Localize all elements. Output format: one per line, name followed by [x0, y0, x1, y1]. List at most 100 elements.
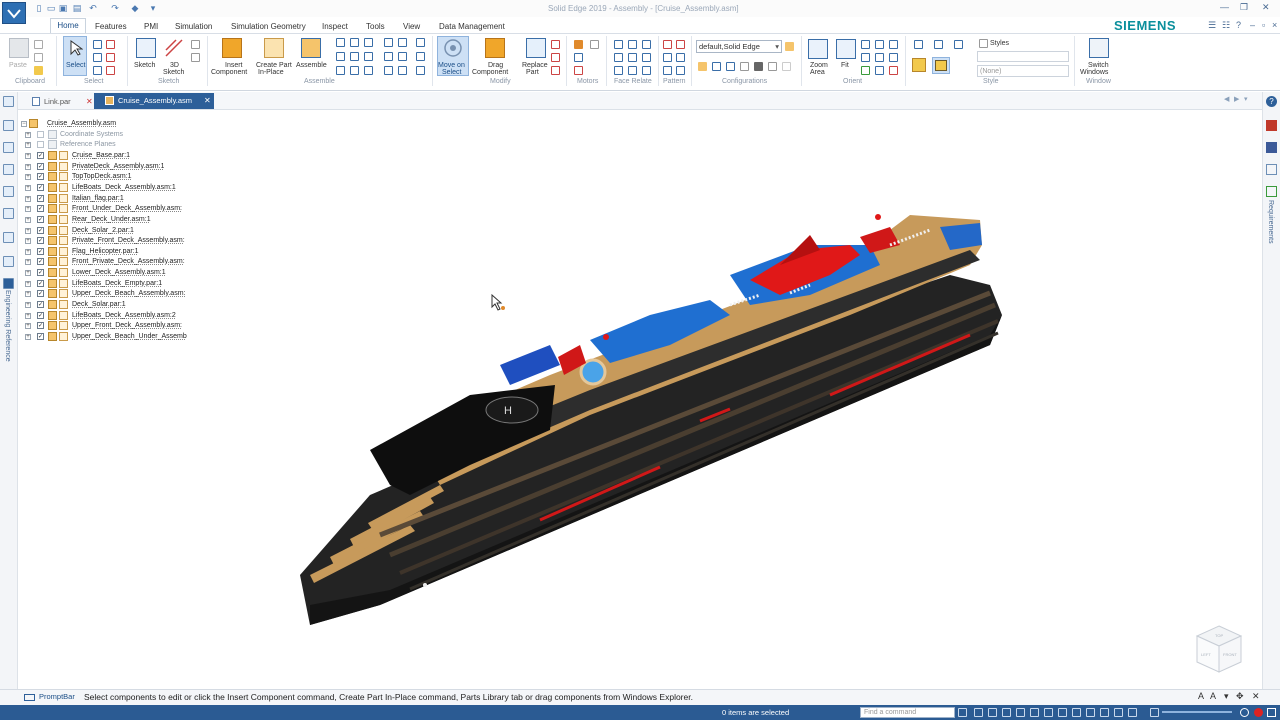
tab-view[interactable]: View	[403, 20, 420, 33]
zoom-area-status-icon[interactable]	[974, 708, 983, 717]
pattern-icon[interactable]	[676, 53, 685, 62]
expand-icon[interactable]: −	[21, 121, 27, 127]
zoom-minus-icon[interactable]	[1150, 708, 1159, 717]
expand-icon[interactable]: +	[25, 163, 31, 170]
visibility-checkbox[interactable]: ✓	[37, 183, 44, 191]
create-part-label-b[interactable]: In-Place	[258, 69, 284, 77]
tree-row[interactable]: + ✓ Deck_Solar_2.par:1	[20, 225, 192, 236]
insert-component-icon[interactable]	[222, 38, 242, 58]
promptbar-label[interactable]: PromptBar	[39, 692, 75, 701]
minimize-icon[interactable]: —	[1220, 2, 1229, 12]
expand-icon[interactable]: +	[25, 291, 31, 298]
config-tool-icon[interactable]	[726, 62, 735, 71]
new-file-icon[interactable]: ▯	[34, 3, 44, 13]
tab-home[interactable]: Home	[50, 18, 86, 33]
visibility-checkbox[interactable]: ✓	[37, 226, 44, 234]
zoom-status-icon[interactable]	[988, 708, 997, 717]
zoom-plus-icon[interactable]	[1240, 708, 1249, 717]
doc-minimize-icon[interactable]: –	[1250, 20, 1255, 30]
relate-icon[interactable]	[364, 38, 373, 47]
config-tool-icon[interactable]	[782, 62, 791, 71]
config-tool-icon[interactable]	[754, 62, 763, 71]
config-icon[interactable]	[785, 42, 794, 51]
stop-icon[interactable]	[1254, 708, 1263, 717]
info-icon[interactable]: ?	[1266, 96, 1277, 107]
style-dropdown[interactable]: (None)	[977, 65, 1069, 77]
doc-tab-cruise-assembly[interactable]: Cruise_Assembly.asm ✕	[94, 93, 214, 109]
orient-tool-icon[interactable]	[889, 53, 898, 62]
expand-icon[interactable]: +	[25, 312, 31, 319]
orient-tool-icon[interactable]	[875, 66, 884, 75]
tree-row[interactable]: + ✓ LifeBoats_Deck_Assembly.asm:1	[20, 182, 192, 193]
tab-simulation[interactable]: Simulation	[175, 20, 212, 33]
scroll-left-icon[interactable]: ◀	[1224, 95, 1229, 103]
expand-icon[interactable]: +	[25, 206, 31, 213]
relate-icon[interactable]	[336, 66, 345, 75]
tree-row[interactable]: + Reference Planes	[20, 140, 192, 150]
sketch-icon[interactable]	[136, 38, 156, 58]
tree-row[interactable]: + ✓ Lower_Deck_Assembly.asm:1	[20, 268, 192, 278]
doc-restore-icon[interactable]: ▫	[1262, 20, 1265, 30]
relate-icon[interactable]	[384, 66, 393, 75]
fullscreen-icon[interactable]	[1267, 708, 1276, 717]
face-relate-icon[interactable]	[628, 40, 637, 49]
zoom-slider[interactable]	[1162, 711, 1232, 713]
modify-tool-icon[interactable]	[551, 53, 560, 62]
expand-icon[interactable]: +	[25, 131, 31, 138]
search-icon[interactable]	[958, 708, 967, 717]
relate-icon[interactable]	[384, 38, 393, 47]
restore-icon[interactable]: ❐	[1240, 2, 1248, 13]
fit-icon[interactable]	[836, 39, 856, 59]
expand-icon[interactable]: +	[25, 238, 31, 245]
zoom-icon[interactable]	[861, 40, 870, 49]
relate-icon[interactable]	[364, 52, 373, 61]
views-status-icon[interactable]	[1044, 708, 1053, 717]
rotate-icon[interactable]	[889, 40, 898, 49]
relate-icon[interactable]	[336, 52, 345, 61]
view-cube[interactable]: TOP LEFT FRONT	[1194, 624, 1244, 676]
create-part-in-place-icon[interactable]	[264, 38, 284, 58]
config-tool-icon[interactable]	[768, 62, 777, 71]
expand-icon[interactable]: +	[25, 334, 31, 340]
tree-row[interactable]: + Coordinate Systems	[20, 129, 192, 140]
view-style-icon[interactable]	[934, 40, 943, 49]
visibility-checkbox[interactable]: ✓	[37, 269, 44, 277]
face-relate-icon[interactable]	[642, 40, 651, 49]
3d-sketch-label-b[interactable]: Sketch	[163, 69, 184, 77]
select-button[interactable]: Select	[66, 62, 85, 70]
expand-icon[interactable]: +	[25, 248, 31, 255]
pan-status-icon[interactable]	[1016, 708, 1025, 717]
fit-button[interactable]: Fit	[841, 62, 849, 70]
scroll-right-icon[interactable]: ▶	[1234, 95, 1239, 103]
visibility-checkbox[interactable]	[37, 141, 44, 149]
tab-data-management[interactable]: Data Management	[439, 20, 505, 33]
tree-row[interactable]: + ✓ Italian_flag.par:1	[20, 193, 192, 204]
groups-icon[interactable]	[3, 256, 14, 267]
expand-icon[interactable]: +	[25, 174, 31, 181]
paste-button[interactable]: Paste	[9, 62, 27, 70]
pathfinder-tree[interactable]: − Cruise_Assembly.asm + Coordinate Systems +…	[20, 117, 192, 347]
close-icon[interactable]: ✕	[204, 93, 211, 109]
promptbar-close-icon[interactable]: ✕	[1252, 691, 1260, 702]
orient-tool-icon[interactable]	[889, 66, 898, 75]
relate-icon[interactable]	[364, 66, 373, 75]
tree-row[interactable]: + ✓ TopTopDeck.asm:1	[20, 172, 192, 182]
close-icon[interactable]: ✕	[86, 94, 93, 109]
tree-row[interactable]: + ✓ Deck_Solar.par:1	[20, 300, 192, 310]
save-icon[interactable]: ▣	[58, 3, 68, 13]
visibility-checkbox[interactable]: ✓	[37, 194, 44, 202]
sketch-tool-icon[interactable]	[191, 53, 200, 62]
paste-icon[interactable]	[9, 38, 29, 58]
relate-icon[interactable]	[336, 38, 345, 47]
expand-icon[interactable]: +	[25, 302, 31, 309]
requirements-icon[interactable]	[1266, 186, 1277, 197]
facebook-icon[interactable]	[1266, 142, 1277, 153]
help-question-icon[interactable]: ?	[1236, 20, 1241, 30]
cut-icon[interactable]	[34, 40, 43, 49]
customize-qat-icon[interactable]: ▾	[148, 3, 158, 13]
close-icon[interactable]: ✕	[1262, 2, 1270, 13]
motor-icon[interactable]	[574, 53, 583, 62]
pattern-icon[interactable]	[676, 40, 685, 49]
tree-row[interactable]: + ✓ Upper_Front_Deck_Assembly.asm:	[20, 321, 192, 331]
shaded-status-icon[interactable]	[1058, 708, 1067, 717]
